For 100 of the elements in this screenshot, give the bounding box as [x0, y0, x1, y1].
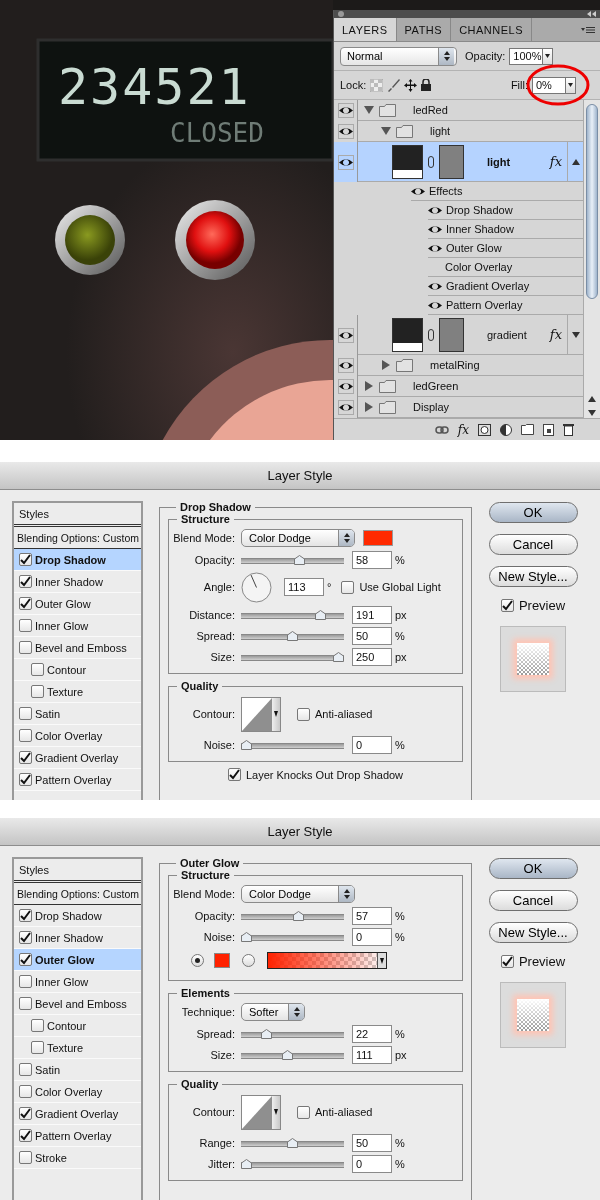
- panel-tab[interactable]: PATHS: [396, 18, 452, 41]
- checkbox[interactable]: [19, 1085, 32, 1098]
- style-list-item[interactable]: Drop Shadow: [14, 905, 141, 927]
- checkbox[interactable]: [19, 931, 32, 944]
- checkbox[interactable]: [31, 1019, 44, 1032]
- effect-row[interactable]: Inner Shadow: [428, 220, 583, 239]
- checkbox[interactable]: [19, 553, 32, 566]
- fill-field[interactable]: 0%: [532, 76, 566, 94]
- slider-thumb[interactable]: [261, 1028, 273, 1039]
- style-list-item[interactable]: Inner Glow: [14, 971, 141, 993]
- color-swatch[interactable]: [363, 530, 393, 546]
- visibility-toggle[interactable]: [337, 154, 354, 170]
- value-field[interactable]: 50: [352, 626, 392, 645]
- layer-group-row[interactable]: metalRing: [334, 355, 583, 376]
- scrollbar-thumb[interactable]: [586, 104, 598, 299]
- style-list-item[interactable]: Satin: [14, 703, 141, 725]
- value-field[interactable]: 58: [352, 550, 392, 569]
- style-list-item[interactable]: Contour: [14, 1015, 141, 1037]
- value-field[interactable]: 0: [352, 927, 392, 946]
- checkbox[interactable]: [19, 1063, 32, 1076]
- dialog-button[interactable]: New Style...: [488, 922, 578, 943]
- checkbox[interactable]: [19, 909, 32, 922]
- slider-thumb[interactable]: [287, 630, 298, 641]
- checkbox[interactable]: [297, 707, 310, 721]
- blend-mode-select[interactable]: Normal: [340, 46, 457, 66]
- angle-dial[interactable]: [241, 571, 272, 603]
- style-list-item[interactable]: Gradient Overlay: [14, 1103, 141, 1125]
- checkbox[interactable]: [19, 729, 32, 742]
- gradient-picker[interactable]: [267, 952, 387, 969]
- style-list-item[interactable]: Pattern Overlay: [14, 769, 141, 791]
- value-field[interactable]: 250: [352, 647, 392, 666]
- visibility-toggle[interactable]: [337, 379, 354, 394]
- visibility-toggle[interactable]: [337, 327, 354, 343]
- checkbox[interactable]: [19, 975, 32, 988]
- checkbox[interactable]: [19, 641, 32, 654]
- opacity-field[interactable]: 100%: [509, 47, 544, 65]
- value-field[interactable]: 0: [352, 1154, 392, 1173]
- slider-thumb[interactable]: [282, 1049, 294, 1060]
- visibility-toggle[interactable]: [337, 400, 354, 415]
- radio-button[interactable]: [191, 954, 204, 967]
- value-field[interactable]: 57: [352, 906, 392, 925]
- checkbox[interactable]: [19, 1151, 32, 1164]
- scrollbar[interactable]: [583, 100, 600, 418]
- layer-row[interactable]: light fx: [334, 142, 583, 182]
- checkbox[interactable]: [227, 768, 241, 781]
- visibility-toggle[interactable]: [337, 358, 354, 373]
- style-list-item[interactable]: Color Overlay: [14, 1081, 141, 1103]
- style-list-item[interactable]: Drop Shadow: [14, 549, 141, 571]
- checkbox[interactable]: [19, 575, 32, 588]
- checkbox[interactable]: [341, 580, 355, 594]
- checkbox[interactable]: [500, 599, 514, 612]
- style-list-item[interactable]: Outer Glow: [14, 593, 141, 615]
- slider-thumb[interactable]: [294, 554, 306, 565]
- checkbox[interactable]: [19, 773, 32, 786]
- visibility-toggle[interactable]: [337, 103, 354, 118]
- slider-thumb[interactable]: [241, 1158, 252, 1169]
- checkbox[interactable]: [31, 1041, 44, 1054]
- slider-thumb[interactable]: [241, 931, 252, 942]
- panel-tab[interactable]: CHANNELS: [451, 18, 533, 41]
- add-effect-button[interactable]: fx: [457, 422, 469, 437]
- style-list-item[interactable]: Bevel and Emboss: [14, 637, 141, 659]
- checkbox[interactable]: [19, 997, 32, 1010]
- checkbox[interactable]: [19, 597, 32, 610]
- style-list-item[interactable]: Gradient Overlay: [14, 747, 141, 769]
- effect-row[interactable]: Drop Shadow: [428, 201, 583, 220]
- layer-group-row[interactable]: ledGreen: [334, 376, 583, 397]
- dropdown-select[interactable]: Color Dodge: [241, 885, 355, 903]
- slider-thumb[interactable]: [314, 609, 326, 620]
- style-list-item[interactable]: Texture: [14, 1037, 141, 1059]
- style-list-item[interactable]: Bevel and Emboss: [14, 993, 141, 1015]
- slider-thumb[interactable]: [241, 739, 252, 750]
- value-field[interactable]: 0: [352, 735, 392, 754]
- checkbox[interactable]: [19, 953, 32, 966]
- checkbox[interactable]: [500, 955, 514, 968]
- slider-thumb[interactable]: [293, 910, 305, 921]
- contour-picker[interactable]: [241, 696, 281, 732]
- checkbox[interactable]: [19, 1129, 32, 1142]
- checkbox[interactable]: [31, 685, 44, 698]
- layer-group-row[interactable]: ledRed: [334, 100, 583, 121]
- dialog-button[interactable]: Cancel: [488, 890, 578, 911]
- dropdown-button[interactable]: [543, 47, 554, 65]
- panel-tab[interactable]: LAYERS: [334, 18, 397, 41]
- checkbox[interactable]: [297, 1105, 310, 1119]
- layer-row[interactable]: gradient fx: [334, 315, 583, 355]
- value-field[interactable]: 22: [352, 1024, 392, 1043]
- checkbox[interactable]: [19, 1107, 32, 1120]
- color-swatch[interactable]: [214, 953, 230, 968]
- style-list-item[interactable]: Contour: [14, 659, 141, 681]
- checkbox[interactable]: [19, 707, 32, 720]
- effects-row[interactable]: Effects: [411, 182, 583, 201]
- checkbox[interactable]: [19, 619, 32, 632]
- style-list-item[interactable]: Inner Glow: [14, 615, 141, 637]
- value-field[interactable]: 191: [352, 605, 392, 624]
- contour-picker[interactable]: [241, 1094, 281, 1130]
- layer-group-row[interactable]: Display: [334, 397, 583, 418]
- style-list-item[interactable]: Color Overlay: [14, 725, 141, 747]
- style-list-item[interactable]: Pattern Overlay: [14, 1125, 141, 1147]
- dialog-button[interactable]: Cancel: [488, 534, 578, 555]
- style-list-item[interactable]: Texture: [14, 681, 141, 703]
- dropdown-select[interactable]: Color Dodge: [241, 529, 355, 547]
